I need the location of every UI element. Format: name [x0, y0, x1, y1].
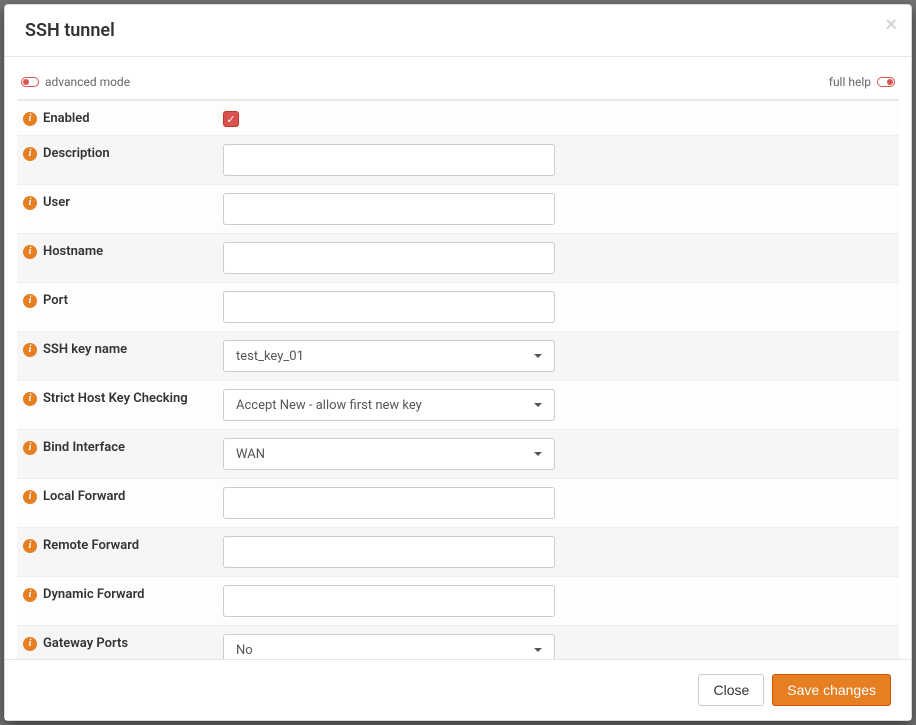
close-icon[interactable]: ×	[885, 15, 897, 35]
label-local-forward: Local Forward	[43, 489, 125, 504]
info-icon[interactable]: i	[23, 147, 37, 161]
row-port: i Port	[17, 283, 899, 332]
info-icon[interactable]: i	[23, 441, 37, 455]
label-hostname: Hostname	[43, 244, 103, 259]
hostname-input[interactable]	[223, 242, 555, 274]
save-button[interactable]: Save changes	[772, 674, 891, 706]
port-input[interactable]	[223, 291, 555, 323]
info-icon[interactable]: i	[23, 588, 37, 602]
info-icon[interactable]: i	[23, 637, 37, 651]
local-forward-input[interactable]	[223, 487, 555, 519]
label-ssh-key: SSH key name	[43, 342, 127, 357]
ssh-key-select[interactable]: test_key_01	[223, 340, 555, 372]
strict-host-select[interactable]: Accept New - allow first new key	[223, 389, 555, 421]
info-icon[interactable]: i	[23, 245, 37, 259]
label-enabled: Enabled	[43, 111, 90, 126]
advanced-mode-toggle[interactable]: advanced mode	[21, 75, 130, 89]
row-description: i Description	[17, 136, 899, 185]
user-input[interactable]	[223, 193, 555, 225]
info-icon[interactable]: i	[23, 112, 37, 126]
row-bind-interface: i Bind Interface WAN	[17, 430, 899, 479]
gateway-ports-value: No	[236, 643, 253, 658]
row-hostname: i Hostname	[17, 234, 899, 283]
label-user: User	[43, 195, 70, 210]
chevron-down-icon	[534, 403, 542, 407]
modal-footer: Close Save changes	[5, 659, 911, 720]
info-icon[interactable]: i	[23, 343, 37, 357]
modal-header: SSH tunnel ×	[5, 5, 911, 57]
info-icon[interactable]: i	[23, 392, 37, 406]
toggle-off-icon	[21, 77, 39, 87]
row-user: i User	[17, 185, 899, 234]
chevron-down-icon	[534, 354, 542, 358]
row-dynamic-forward: i Dynamic Forward	[17, 577, 899, 626]
row-enabled: i Enabled ✓	[17, 101, 899, 136]
label-strict-host: Strict Host Key Checking	[43, 391, 188, 406]
label-gateway-ports: Gateway Ports	[43, 636, 128, 651]
label-description: Description	[43, 146, 110, 161]
toggle-off-icon	[877, 77, 895, 87]
chevron-down-icon	[534, 648, 542, 652]
info-icon[interactable]: i	[23, 490, 37, 504]
dynamic-forward-input[interactable]	[223, 585, 555, 617]
row-gateway-ports: i Gateway Ports No	[17, 626, 899, 660]
label-bind-interface: Bind Interface	[43, 440, 125, 455]
bind-interface-value: WAN	[236, 447, 265, 462]
row-strict-host: i Strict Host Key Checking Accept New - a…	[17, 381, 899, 430]
mode-bar: advanced mode full help	[17, 69, 899, 100]
full-help-toggle[interactable]: full help	[829, 75, 895, 89]
full-help-label: full help	[829, 75, 871, 89]
advanced-mode-label: advanced mode	[45, 75, 130, 89]
description-input[interactable]	[223, 144, 555, 176]
chevron-down-icon	[534, 452, 542, 456]
remote-forward-input[interactable]	[223, 536, 555, 568]
bind-interface-select[interactable]: WAN	[223, 438, 555, 470]
row-ssh-key: i SSH key name test_key_01	[17, 332, 899, 381]
label-port: Port	[43, 293, 68, 308]
label-remote-forward: Remote Forward	[43, 538, 139, 553]
modal-title: SSH tunnel	[25, 20, 891, 41]
close-button[interactable]: Close	[698, 674, 764, 706]
row-local-forward: i Local Forward	[17, 479, 899, 528]
info-icon[interactable]: i	[23, 196, 37, 210]
row-remote-forward: i Remote Forward	[17, 528, 899, 577]
ssh-key-value: test_key_01	[236, 349, 304, 364]
info-icon[interactable]: i	[23, 539, 37, 553]
modal-body: advanced mode full help i Enabled ✓ i Desc…	[5, 57, 911, 659]
gateway-ports-select[interactable]: No	[223, 634, 555, 659]
ssh-tunnel-modal: SSH tunnel × advanced mode full help i En…	[4, 4, 912, 721]
info-icon[interactable]: i	[23, 294, 37, 308]
enabled-checkbox[interactable]: ✓	[223, 111, 239, 127]
strict-host-value: Accept New - allow first new key	[236, 398, 422, 413]
label-dynamic-forward: Dynamic Forward	[43, 587, 144, 602]
form-table: iEnabled ✓ iDescription iUser iHostname …	[17, 100, 899, 659]
